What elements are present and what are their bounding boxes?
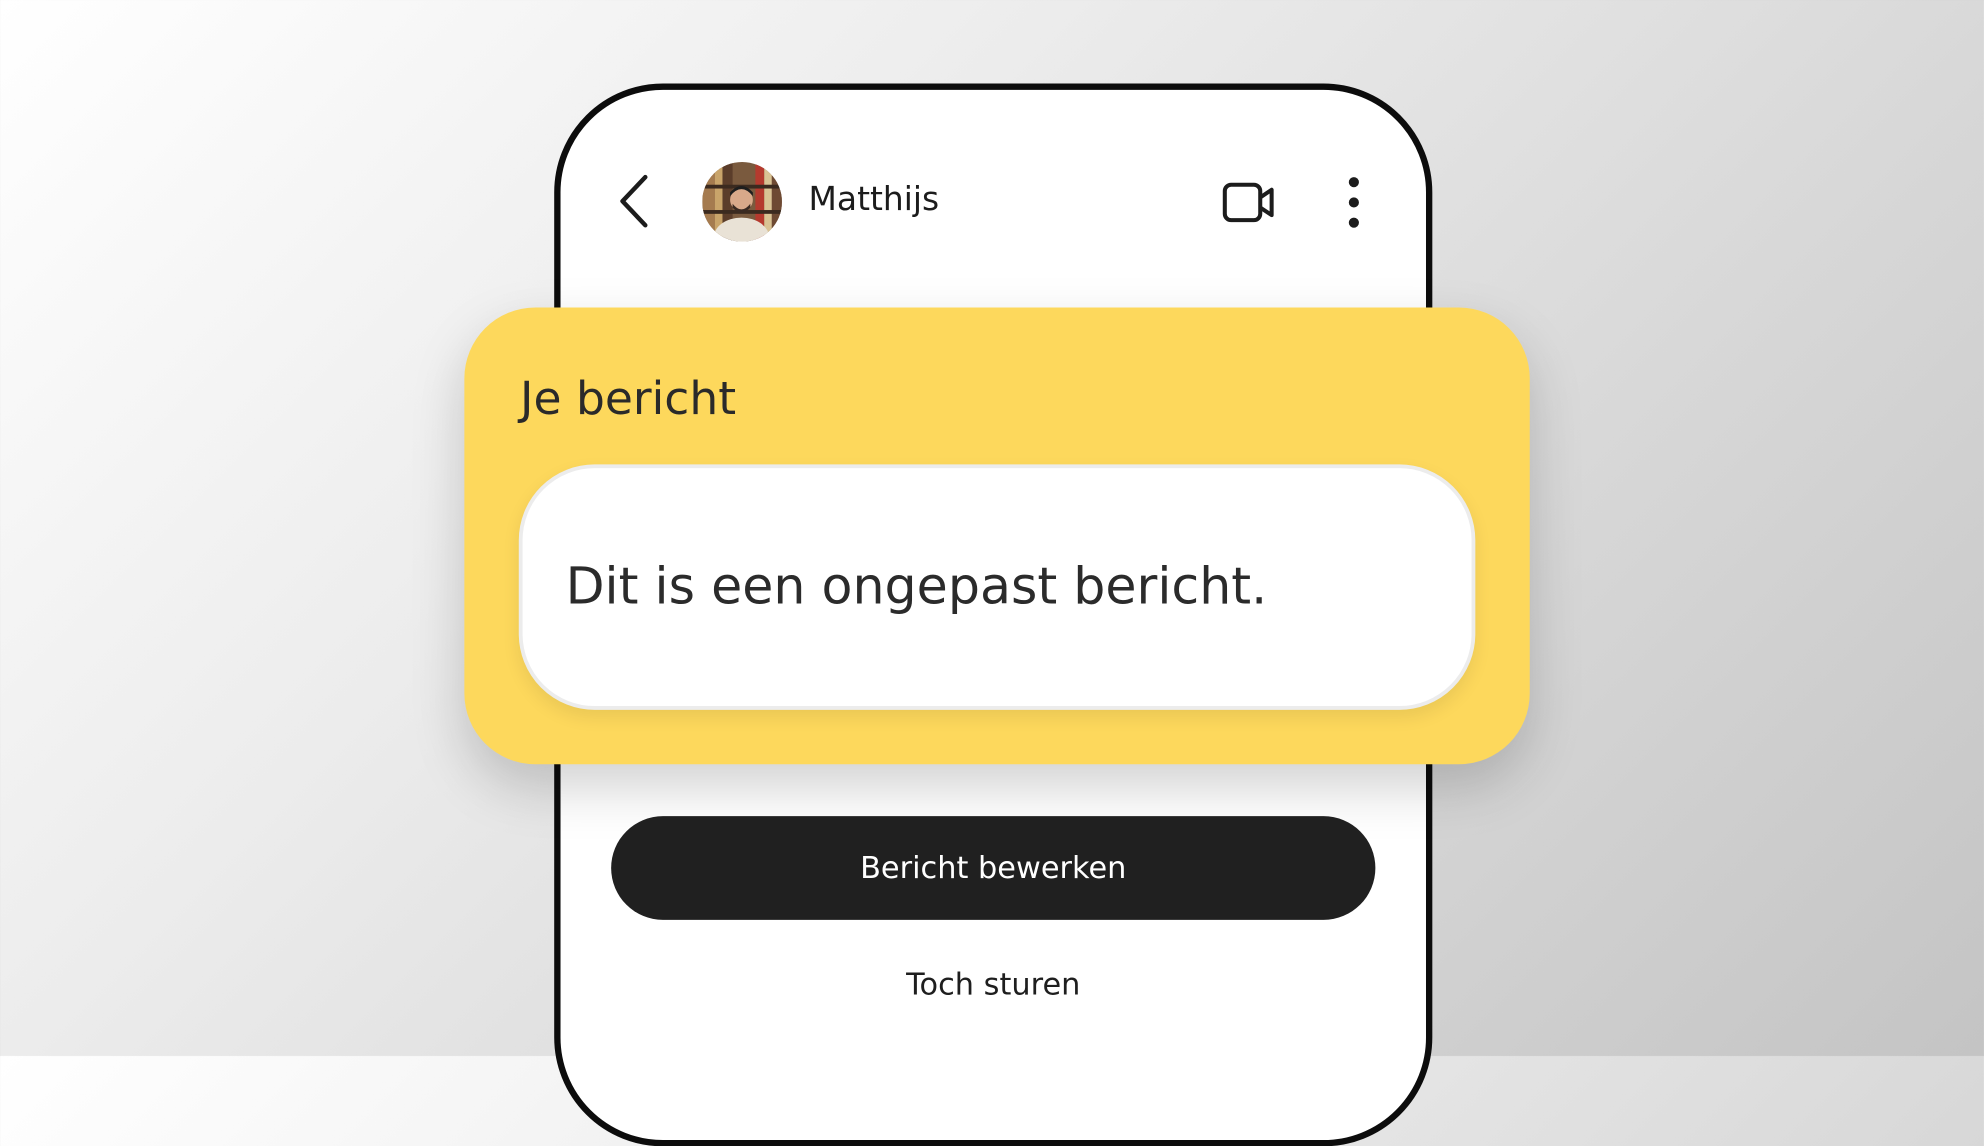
message-preview-bubble: Dit is een ongepast bericht. bbox=[518, 464, 1476, 710]
more-vertical-icon[interactable] bbox=[1336, 172, 1371, 233]
message-text: Dit is een ongepast bericht. bbox=[565, 557, 1268, 617]
edit-message-button[interactable]: Bericht bewerken bbox=[611, 816, 1376, 920]
contact-name: Matthijs bbox=[808, 180, 940, 219]
send-anyway-button[interactable]: Toch sturen bbox=[740, 955, 1246, 1013]
back-arrow-icon[interactable] bbox=[612, 172, 658, 230]
video-call-icon[interactable] bbox=[1217, 175, 1278, 231]
message-warning-card: Je bericht Dit is een ongepast bericht. bbox=[464, 307, 1530, 765]
card-heading: Je bericht bbox=[520, 373, 737, 426]
screen: Matthijs Je bericht Dit is een ongepast … bbox=[0, 0, 1984, 1146]
avatar[interactable] bbox=[702, 161, 782, 242]
